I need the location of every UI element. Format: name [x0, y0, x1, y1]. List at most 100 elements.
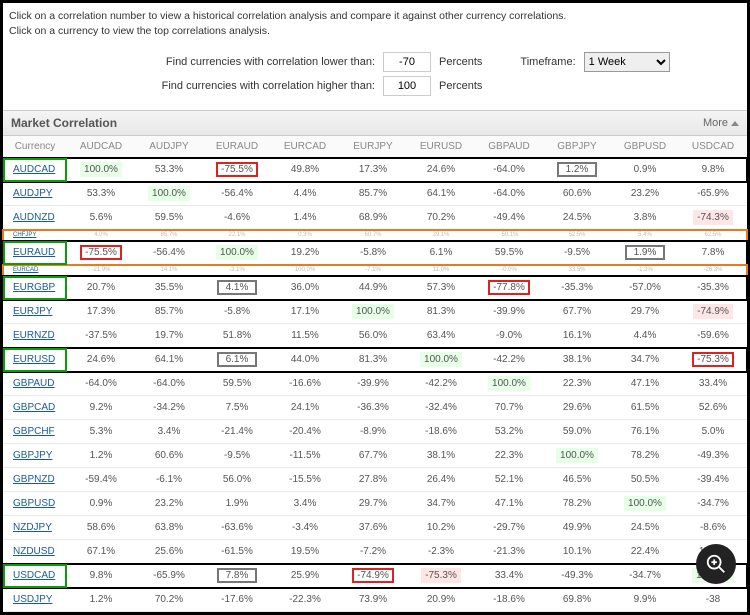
correlation-cell[interactable]: 9.8%	[679, 158, 747, 182]
correlation-cell[interactable]: -7.1%	[339, 265, 407, 276]
correlation-cell[interactable]: 52.1%	[475, 468, 543, 492]
correlation-cell[interactable]: 3.4%	[271, 492, 339, 516]
correlation-cell[interactable]: 44.9%	[339, 276, 407, 300]
correlation-cell[interactable]: -63.6%	[203, 516, 271, 540]
currency-link[interactable]: NZDJPY	[3, 516, 67, 540]
correlation-cell[interactable]: -8.9%	[339, 420, 407, 444]
correlation-cell[interactable]: 7.8%	[203, 564, 271, 588]
correlation-cell[interactable]: 34.7%	[407, 492, 475, 516]
correlation-cell[interactable]: 1.9%	[203, 492, 271, 516]
correlation-cell[interactable]: 9.8%	[67, 564, 135, 588]
correlation-cell[interactable]: 81.3%	[339, 348, 407, 372]
correlation-cell[interactable]: 1.2%	[67, 444, 135, 468]
correlation-cell[interactable]: 67.7%	[339, 444, 407, 468]
correlation-cell[interactable]: 16.1%	[543, 324, 611, 348]
correlation-cell[interactable]: -9.5%	[543, 241, 611, 265]
correlation-cell[interactable]: -3.4%	[271, 516, 339, 540]
currency-link[interactable]: GBPCAD	[3, 396, 67, 420]
currency-link[interactable]: GBPJPY	[3, 444, 67, 468]
correlation-cell[interactable]: -75.3%	[679, 348, 747, 372]
correlation-cell[interactable]: 100.0%	[407, 348, 475, 372]
correlation-cell[interactable]: 44.0%	[271, 348, 339, 372]
correlation-cell[interactable]: -6.1%	[135, 468, 203, 492]
correlation-cell[interactable]: 20.9%	[407, 588, 475, 612]
correlation-cell[interactable]: 1.4%	[271, 206, 339, 230]
correlation-cell[interactable]: -20.4%	[271, 420, 339, 444]
correlation-cell[interactable]: -49.4%	[475, 206, 543, 230]
correlation-cell[interactable]: -18.6%	[475, 588, 543, 612]
correlation-cell[interactable]: 19.7%	[135, 324, 203, 348]
currency-link[interactable]: EURNZD	[3, 324, 67, 348]
correlation-cell[interactable]: -39.4%	[679, 468, 747, 492]
correlation-cell[interactable]: 38.1%	[407, 444, 475, 468]
correlation-cell[interactable]: 67.7%	[543, 300, 611, 324]
correlation-cell[interactable]: 29.6%	[543, 396, 611, 420]
filter-higher-input[interactable]	[383, 76, 431, 96]
correlation-cell[interactable]: 70.2%	[135, 588, 203, 612]
correlation-cell[interactable]: 85.7%	[339, 182, 407, 206]
correlation-cell[interactable]: 81.3%	[407, 300, 475, 324]
correlation-cell[interactable]: 39.1%	[407, 230, 475, 241]
correlation-cell[interactable]: -75.5%	[203, 158, 271, 182]
currency-link[interactable]: NZDUSD	[3, 540, 67, 564]
correlation-cell[interactable]: 63.8%	[135, 516, 203, 540]
correlation-cell[interactable]: -49.3%	[543, 564, 611, 588]
correlation-cell[interactable]: 49.9%	[543, 516, 611, 540]
correlation-cell[interactable]: 17.3%	[339, 158, 407, 182]
correlation-cell[interactable]: -1.3%	[611, 265, 679, 276]
correlation-cell[interactable]: 59.5%	[475, 241, 543, 265]
correlation-cell[interactable]: 9.2%	[67, 396, 135, 420]
correlation-cell[interactable]: 38.1%	[543, 348, 611, 372]
correlation-cell[interactable]: 100.0%	[611, 492, 679, 516]
correlation-cell[interactable]: 22.1%	[203, 230, 271, 241]
correlation-cell[interactable]: 11.5%	[271, 324, 339, 348]
correlation-cell[interactable]: -64.0%	[67, 372, 135, 396]
correlation-cell[interactable]: 78.2%	[543, 492, 611, 516]
correlation-cell[interactable]: 33.4%	[679, 372, 747, 396]
zoom-button[interactable]	[696, 544, 736, 584]
correlation-cell[interactable]: -56.4%	[135, 241, 203, 265]
correlation-cell[interactable]: -5.8%	[203, 300, 271, 324]
correlation-cell[interactable]: 76.1%	[611, 420, 679, 444]
correlation-cell[interactable]: 14.1%	[135, 265, 203, 276]
correlation-cell[interactable]: 59.5%	[203, 372, 271, 396]
correlation-cell[interactable]: 23.2%	[611, 182, 679, 206]
correlation-cell[interactable]: 52.6%	[679, 396, 747, 420]
correlation-cell[interactable]: -75.5%	[67, 241, 135, 265]
correlation-cell[interactable]: -34.2%	[135, 396, 203, 420]
correlation-cell[interactable]: 0.9%	[67, 492, 135, 516]
correlation-cell[interactable]: -3.1%	[203, 265, 271, 276]
correlation-cell[interactable]: -50.1%	[475, 230, 543, 241]
correlation-cell[interactable]: 100.0%	[475, 372, 543, 396]
correlation-cell[interactable]: -39.9%	[339, 372, 407, 396]
correlation-cell[interactable]: 70.7%	[475, 396, 543, 420]
correlation-cell[interactable]: 85.7%	[135, 230, 203, 241]
correlation-cell[interactable]: 100.0%	[135, 182, 203, 206]
correlation-cell[interactable]: 7.5%	[203, 396, 271, 420]
correlation-cell[interactable]: 64.1%	[135, 348, 203, 372]
correlation-cell[interactable]: -18.6%	[407, 420, 475, 444]
currency-link[interactable]: EURGBP	[3, 276, 67, 300]
correlation-cell[interactable]: 56.0%	[203, 468, 271, 492]
correlation-cell[interactable]: 27.8%	[339, 468, 407, 492]
correlation-cell[interactable]: 35.5%	[135, 276, 203, 300]
correlation-cell[interactable]: 4.4%	[271, 182, 339, 206]
correlation-cell[interactable]: 73.9%	[339, 588, 407, 612]
correlation-cell[interactable]: 4.4%	[611, 324, 679, 348]
correlation-cell[interactable]: 62.5%	[679, 230, 747, 241]
correlation-cell[interactable]: 85.7%	[135, 300, 203, 324]
correlation-cell[interactable]: -11.5%	[271, 444, 339, 468]
correlation-cell[interactable]: 24.5%	[611, 516, 679, 540]
correlation-cell[interactable]: -16.6%	[271, 372, 339, 396]
correlation-cell[interactable]: 17.3%	[67, 300, 135, 324]
currency-link[interactable]: GBPAUD	[3, 372, 67, 396]
correlation-cell[interactable]: -65.9%	[679, 182, 747, 206]
correlation-cell[interactable]: -21.9%	[67, 265, 135, 276]
correlation-cell[interactable]: -64.0%	[475, 158, 543, 182]
correlation-cell[interactable]: -49.3%	[679, 444, 747, 468]
correlation-cell[interactable]: 100.0%	[271, 265, 339, 276]
correlation-cell[interactable]: 22.4%	[611, 540, 679, 564]
currency-link[interactable]: USDCAD	[3, 564, 67, 588]
correlation-cell[interactable]: 60.7%	[339, 230, 407, 241]
currency-link[interactable]: EURJPY	[3, 300, 67, 324]
